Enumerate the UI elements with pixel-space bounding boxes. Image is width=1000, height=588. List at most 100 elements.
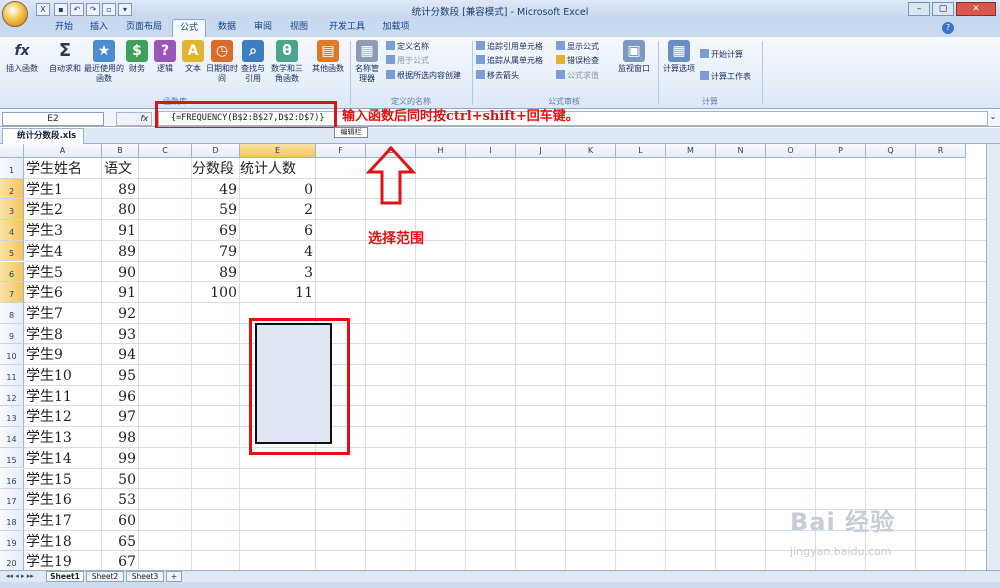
cell-d4[interactable]: 69 <box>192 221 240 241</box>
row-header-8[interactable]: 8 <box>0 302 24 324</box>
cell-a10[interactable]: 学生9 <box>24 345 102 365</box>
cell-d7[interactable]: 100 <box>192 283 240 303</box>
recent-functions-button[interactable]: ★ 最近使用的函数 <box>84 40 124 90</box>
cell-b11[interactable]: 95 <box>102 366 139 386</box>
cell-d5[interactable]: 79 <box>192 242 240 262</box>
minimize-icon[interactable]: – <box>908 2 930 16</box>
financial-button[interactable]: $ 财务 <box>124 40 150 90</box>
evaluate-formula-button[interactable]: 公式求值 <box>556 70 599 81</box>
math-trig-button[interactable]: θ 数学和三角函数 <box>268 40 306 90</box>
tab-developer[interactable]: 开发工具 <box>322 19 372 37</box>
select-all-corner[interactable] <box>0 144 24 158</box>
more-functions-button[interactable]: ▤ 其他函数 <box>308 40 348 90</box>
cell-a16[interactable]: 学生15 <box>24 470 102 490</box>
row-header-7[interactable]: 7 <box>0 282 24 303</box>
row-header-17[interactable]: 17 <box>0 489 24 510</box>
cell-e3[interactable]: 2 <box>240 200 316 220</box>
cell-a15[interactable]: 学生14 <box>24 449 102 469</box>
cell-e1[interactable]: 统计人数 <box>240 159 316 179</box>
row-header-11[interactable]: 11 <box>0 365 24 386</box>
cell-a19[interactable]: 学生18 <box>24 532 102 552</box>
cell-e2[interactable]: 0 <box>240 180 316 200</box>
cell-b9[interactable]: 93 <box>102 325 139 345</box>
sheet-tab-sheet1[interactable]: Sheet1 <box>46 571 84 582</box>
column-header-f[interactable]: F <box>316 144 366 158</box>
expand-formula-icon[interactable]: ⌄ <box>988 112 998 126</box>
cell-b20[interactable]: 67 <box>102 552 139 570</box>
cell-b18[interactable]: 60 <box>102 511 139 531</box>
redo-icon[interactable]: ↷ <box>86 3 100 16</box>
column-header-e[interactable]: E <box>240 144 316 158</box>
tab-page-layout[interactable]: 页面布局 <box>118 19 170 37</box>
customize-qat-icon[interactable]: ▾ <box>118 3 132 16</box>
calculation-options-button[interactable]: ▦ 计算选项 <box>660 40 698 90</box>
text-button[interactable]: A 文本 <box>180 40 206 90</box>
column-header-a[interactable]: A <box>24 144 102 158</box>
autosum-button[interactable]: Σ 自动求和 <box>44 40 86 90</box>
cell-a3[interactable]: 学生2 <box>24 200 102 220</box>
cell-d3[interactable]: 59 <box>192 200 240 220</box>
close-icon[interactable]: ✕ <box>956 2 996 16</box>
name-box[interactable]: E2 <box>2 112 104 126</box>
row-header-20[interactable]: 20 <box>0 551 24 570</box>
name-manager-button[interactable]: ▦ 名称管理器 <box>352 40 382 90</box>
calculate-sheet-button[interactable]: 计算工作表 <box>700 71 751 82</box>
row-header-5[interactable]: 5 <box>0 240 24 262</box>
insert-function-button[interactable]: fx 插入函数 <box>2 40 42 90</box>
document-tab[interactable]: 统计分数段.xls * <box>2 128 84 155</box>
maximize-icon[interactable]: ▢ <box>932 2 954 16</box>
cell-a11[interactable]: 学生10 <box>24 366 102 386</box>
cell-b4[interactable]: 91 <box>102 221 139 241</box>
remove-arrows-button[interactable]: 移去箭头 <box>476 70 519 81</box>
cell-b2[interactable]: 89 <box>102 180 139 200</box>
undo-icon[interactable]: ↶ <box>70 3 84 16</box>
tab-formulas[interactable]: 公式 <box>172 19 206 37</box>
cell-a18[interactable]: 学生17 <box>24 511 102 531</box>
row-header-13[interactable]: 13 <box>0 406 24 428</box>
sheet-tab-sheet2[interactable]: Sheet2 <box>86 571 124 582</box>
watch-window-button[interactable]: ▣ 监视窗口 <box>614 40 654 90</box>
cell-b17[interactable]: 53 <box>102 490 139 510</box>
trace-precedents-button[interactable]: 追踪引用单元格 <box>476 41 543 52</box>
use-in-formula-button[interactable]: 用于公式 <box>386 55 429 66</box>
create-from-selection-button[interactable]: 根据所选内容创建 <box>386 70 461 81</box>
cell-a7[interactable]: 学生6 <box>24 283 102 303</box>
cell-e7[interactable]: 11 <box>240 283 316 303</box>
column-header-q[interactable]: Q <box>866 144 916 158</box>
column-header-o[interactable]: O <box>766 144 816 158</box>
cell-d6[interactable]: 89 <box>192 263 240 283</box>
row-header-9[interactable]: 9 <box>0 323 24 345</box>
cell-b19[interactable]: 65 <box>102 532 139 552</box>
tab-home[interactable]: 开始 <box>48 19 80 37</box>
cell-b1[interactable]: 语文 <box>102 159 139 179</box>
cell-a12[interactable]: 学生11 <box>24 387 102 407</box>
sheet-tab-sheet3[interactable]: Sheet3 <box>126 571 164 582</box>
column-header-l[interactable]: L <box>616 144 666 158</box>
cell-d2[interactable]: 49 <box>192 180 240 200</box>
row-header-6[interactable]: 6 <box>0 261 24 283</box>
row-header-1[interactable]: 1 <box>0 158 24 179</box>
lookup-button[interactable]: ⌕ 查找与引用 <box>238 40 268 90</box>
cell-a9[interactable]: 学生8 <box>24 325 102 345</box>
cell-a8[interactable]: 学生7 <box>24 304 102 324</box>
preview-icon[interactable]: ▫ <box>102 3 116 16</box>
column-header-r[interactable]: R <box>916 144 966 158</box>
row-header-10[interactable]: 10 <box>0 344 24 365</box>
error-checking-button[interactable]: 错误检查 <box>556 55 599 66</box>
cell-e6[interactable]: 3 <box>240 263 316 283</box>
cell-b14[interactable]: 98 <box>102 428 139 448</box>
trace-dependents-button[interactable]: 追踪从属单元格 <box>476 55 543 66</box>
row-header-16[interactable]: 16 <box>0 468 24 490</box>
cell-b5[interactable]: 89 <box>102 242 139 262</box>
column-header-h[interactable]: H <box>416 144 466 158</box>
cell-a17[interactable]: 学生16 <box>24 490 102 510</box>
tab-view[interactable]: 视图 <box>282 19 316 37</box>
cell-b16[interactable]: 50 <box>102 470 139 490</box>
column-header-d[interactable]: D <box>192 144 240 158</box>
fx-icon[interactable]: fx <box>116 112 152 126</box>
row-header-3[interactable]: 3 <box>0 199 24 221</box>
row-header-12[interactable]: 12 <box>0 385 24 407</box>
sheet-nav-arrows-icon[interactable]: ◂◂ ◂ ▸ ▸▸ <box>6 572 34 580</box>
define-name-button[interactable]: 定义名称 <box>386 41 429 52</box>
column-header-i[interactable]: I <box>466 144 516 158</box>
